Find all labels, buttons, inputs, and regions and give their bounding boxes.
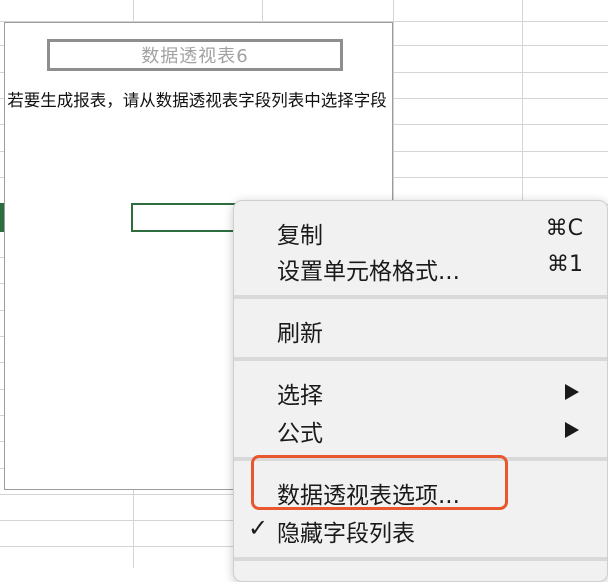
- menu-item-label: 公式: [277, 421, 323, 447]
- menu-separator: [234, 357, 607, 361]
- menu-item-format-cells[interactable]: 设置单元格格式... ⌘1: [234, 249, 607, 285]
- pivot-table-hint: 若要生成报表，请从数据透视表字段列表中选择字段: [7, 91, 387, 110]
- context-menu: 复制 ⌘C 设置单元格格式... ⌘1 刷新 选择 公式 数据透视表选项... …: [233, 200, 608, 582]
- menu-item-formulas[interactable]: 公式: [234, 411, 607, 447]
- row-selection-marker: [0, 203, 4, 232]
- menu-item-label: 设置单元格格式...: [277, 259, 460, 285]
- menu-item-refresh[interactable]: 刷新: [234, 311, 607, 347]
- shortcut-label: ⌘1: [547, 252, 583, 277]
- checkmark-icon: ✓: [248, 514, 269, 542]
- menu-item-label: 刷新: [277, 321, 323, 347]
- menu-item-copy[interactable]: 复制 ⌘C: [234, 213, 607, 249]
- menu-item-hide-field-list[interactable]: ✓ 隐藏字段列表: [234, 511, 607, 547]
- menu-item-label: 复制: [277, 223, 323, 249]
- menu-item-select[interactable]: 选择: [234, 373, 607, 409]
- menu-item-label: 隐藏字段列表: [277, 521, 415, 547]
- highlight-annotation: [251, 455, 508, 510]
- pivot-table-title: 数据透视表6: [47, 39, 343, 71]
- menu-separator: [234, 295, 607, 299]
- menu-item-label: 选择: [277, 383, 323, 409]
- shortcut-label: ⌘C: [545, 216, 583, 241]
- submenu-arrow-icon: [565, 384, 579, 400]
- submenu-arrow-icon: [565, 422, 579, 438]
- menu-separator: [234, 557, 607, 561]
- selected-cell[interactable]: [131, 203, 239, 232]
